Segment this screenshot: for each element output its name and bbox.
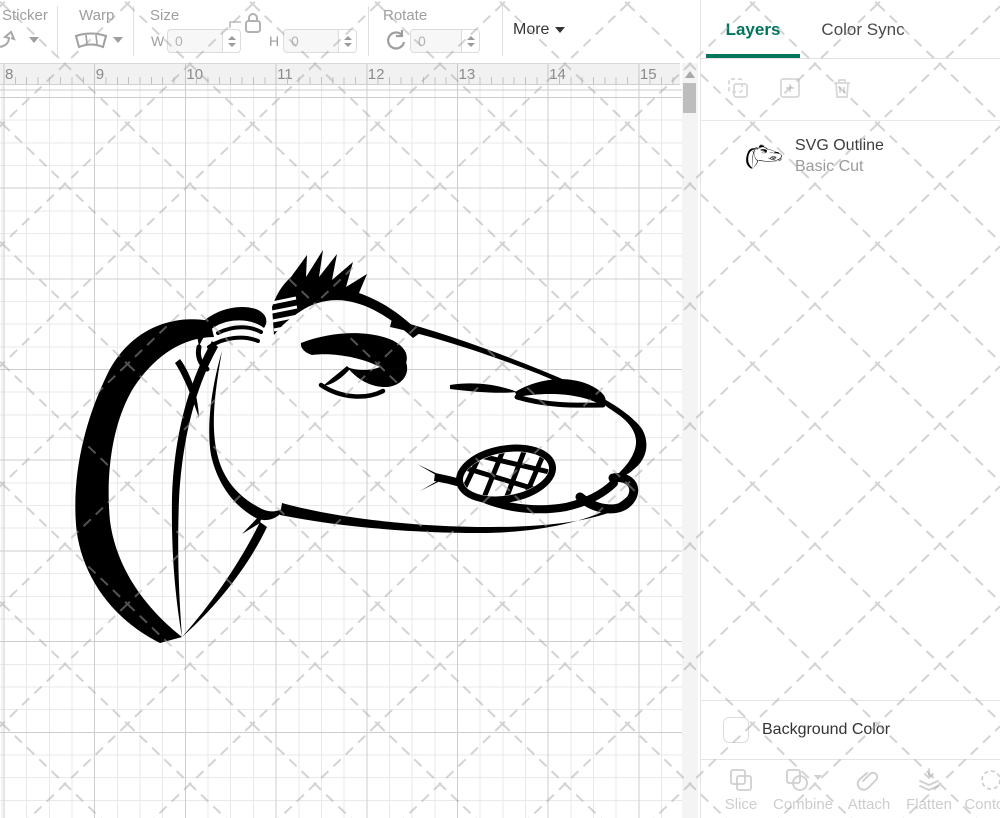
panel-spacer bbox=[701, 191, 1000, 700]
active-tab-underline bbox=[706, 54, 800, 58]
slice-button[interactable]: Slice bbox=[709, 767, 773, 813]
top-toolbar: Sticker Warp Size W H Rotate bbox=[0, 0, 700, 63]
more-button[interactable]: More bbox=[513, 21, 565, 39]
layer-title: SVG Outline bbox=[795, 137, 884, 155]
divider bbox=[133, 6, 134, 56]
contour-icon bbox=[978, 767, 1000, 793]
scroll-up-arrow-icon[interactable] bbox=[685, 71, 695, 78]
combine-caret-icon bbox=[814, 775, 822, 780]
background-color-swatch[interactable] bbox=[723, 717, 749, 743]
background-color-label: Background Color bbox=[762, 721, 890, 739]
horizontal-ruler: 8 9 10 11 12 13 14 15 bbox=[0, 63, 680, 85]
layer-actions-row bbox=[701, 59, 1000, 121]
tab-layers[interactable]: Layers bbox=[706, 20, 800, 40]
ruler-number: 11 bbox=[277, 66, 293, 83]
rotate-input[interactable] bbox=[410, 29, 462, 53]
ruler-number: 12 bbox=[368, 66, 385, 83]
layer-row-svg-outline[interactable]: SVG Outline Basic Cut bbox=[701, 121, 1000, 191]
ruler-number: 15 bbox=[640, 66, 657, 83]
scrollbar-thumb[interactable] bbox=[683, 83, 696, 113]
bottom-toolbar: Slice Combine Attach bbox=[701, 760, 1000, 818]
design-canvas[interactable] bbox=[0, 85, 682, 818]
more-label: More bbox=[513, 21, 549, 39]
ruler-number: 13 bbox=[459, 66, 476, 83]
divider bbox=[368, 6, 369, 56]
ruler-number: 14 bbox=[549, 66, 566, 83]
trash-icon[interactable] bbox=[830, 76, 854, 103]
height-stepper[interactable] bbox=[339, 29, 357, 53]
attach-icon bbox=[856, 767, 882, 793]
combine-icon bbox=[784, 767, 810, 793]
rotate-stepper[interactable] bbox=[462, 29, 480, 53]
attach-button[interactable]: Attach bbox=[837, 767, 901, 813]
flatten-icon bbox=[916, 767, 942, 793]
ruler-number: 9 bbox=[96, 66, 104, 83]
warp-label: Warp bbox=[79, 7, 114, 24]
width-field-letter: W bbox=[151, 33, 164, 49]
rotate-label: Rotate bbox=[383, 7, 427, 24]
width-input[interactable] bbox=[167, 29, 223, 53]
ruler-number: 10 bbox=[186, 66, 203, 83]
height-field-letter: H bbox=[269, 33, 279, 49]
background-color-row[interactable]: Background Color bbox=[701, 700, 1000, 760]
sticker-dropdown-caret[interactable] bbox=[29, 37, 39, 43]
duplicate-icon[interactable] bbox=[726, 76, 750, 103]
warp-icon[interactable] bbox=[73, 31, 111, 51]
lock-aspect-icon[interactable] bbox=[229, 12, 269, 34]
rotate-icon[interactable] bbox=[385, 29, 407, 51]
more-caret-icon bbox=[555, 27, 565, 33]
height-input[interactable] bbox=[283, 29, 339, 53]
layer-subtitle: Basic Cut bbox=[795, 158, 884, 176]
sticker-icon[interactable] bbox=[0, 28, 17, 50]
divider bbox=[502, 6, 503, 56]
contour-button[interactable]: Contour bbox=[959, 767, 1000, 813]
design-app: Sticker Warp Size W H Rotate bbox=[0, 0, 1000, 818]
layers-panel: Layers Color Sync bbox=[700, 0, 1000, 818]
combine-button[interactable]: Combine bbox=[771, 767, 835, 813]
warp-dropdown-caret[interactable] bbox=[113, 37, 123, 43]
layer-thumbnail-camel bbox=[745, 142, 783, 170]
sticker-label: Sticker bbox=[2, 7, 48, 24]
camel-artwork[interactable] bbox=[60, 235, 660, 665]
flatten-button[interactable]: Flatten bbox=[897, 767, 961, 813]
panel-tabbar: Layers Color Sync bbox=[701, 0, 1000, 59]
vertical-scrollbar[interactable] bbox=[682, 63, 698, 818]
slice-icon bbox=[728, 767, 754, 793]
size-label: Size bbox=[150, 7, 179, 24]
tab-color-sync[interactable]: Color Sync bbox=[813, 20, 913, 40]
divider bbox=[57, 6, 58, 56]
add-layer-icon[interactable] bbox=[778, 76, 802, 103]
ruler-number: 8 bbox=[5, 66, 13, 83]
